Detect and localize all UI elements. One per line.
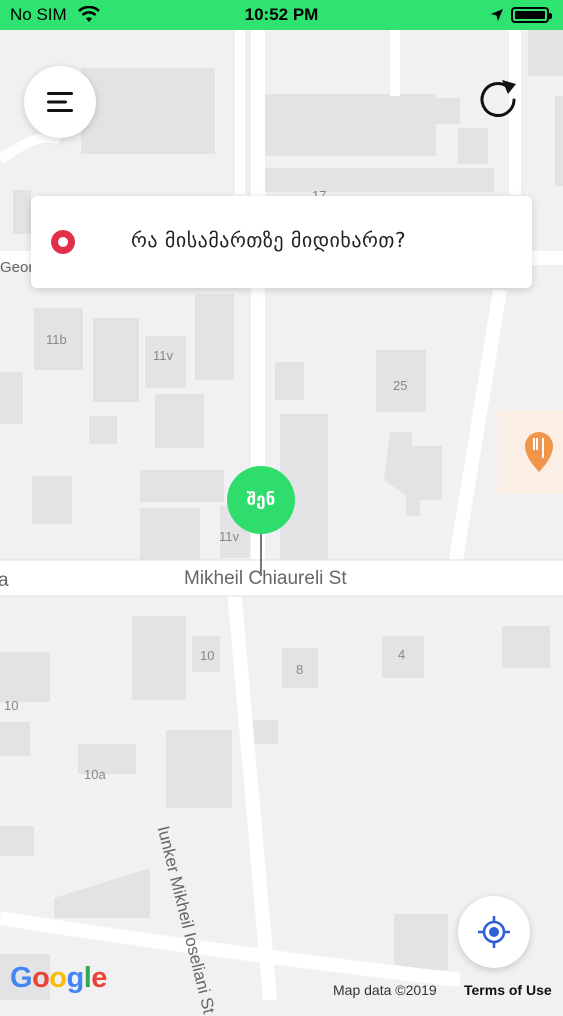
clock: 10:52 PM [244,5,319,24]
building-label: 11v [219,529,239,544]
building-label: 4 [398,647,406,662]
battery-icon [511,7,552,23]
google-logo: Google [10,962,107,994]
status-bar: No SIM 10:52 PM [0,0,563,30]
building-label: 25 [393,378,408,393]
building-label: 11v [153,348,173,363]
refresh-icon [480,80,516,117]
street-label-main: Mikheil Chiaureli St [184,568,347,589]
terms-of-use-link[interactable]: Terms of Use [464,982,552,998]
building-label: 11b [46,332,67,347]
street-label-partial-left: a [0,570,9,591]
street-label-partial-top: Geor [0,259,34,276]
user-location-pin[interactable]: შენ [227,466,295,534]
building-label: 10 [4,698,19,713]
building-label: 8 [296,662,304,677]
refresh-button[interactable] [474,74,530,126]
destination-prompt: რა მისამართზე მიდიხართ? [131,228,407,252]
building-label: 10 [200,648,215,663]
my-location-icon [478,916,510,948]
menu-button[interactable] [24,66,96,138]
locate-me-button[interactable] [458,896,530,968]
user-pin-label: შენ [246,490,276,510]
location-arrow-icon [490,7,504,27]
hamburger-menu-icon [47,92,73,112]
destination-search-field[interactable]: რა მისამართზე მიდიხართ? [31,196,532,288]
map-data-attribution: Map data ©2019 [333,982,437,998]
building-label: 10a [84,767,106,782]
destination-marker-icon [51,230,75,254]
pin-stem [260,534,262,576]
